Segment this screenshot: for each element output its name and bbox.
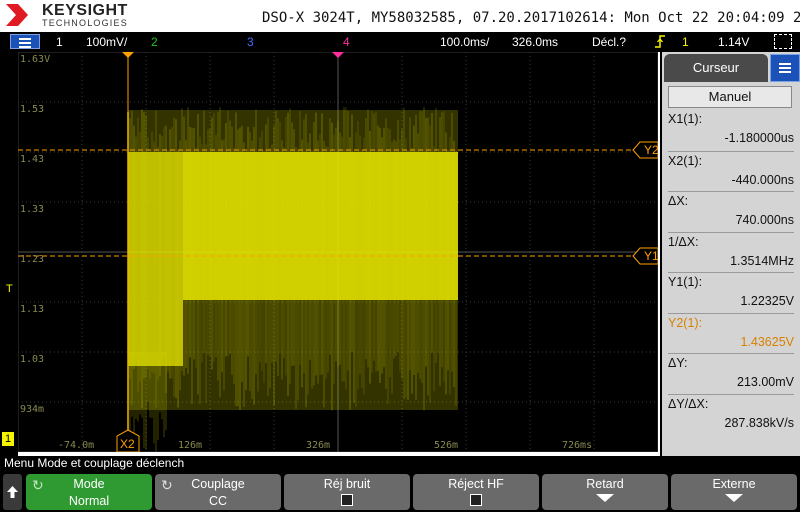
ch3-number[interactable]: 3 [247,35,254,49]
waveform-display[interactable]: Y2 Y1 X2 1.63V 1.53 1.43 1.33 1.23 1.13 1.03 934m… [18,52,658,452]
trigger-status: Décl.? [592,35,627,49]
cursor-y1-tag-label: Y1 [644,249,658,263]
tab-curseur[interactable]: Curseur [664,54,768,82]
trigger-level[interactable]: 1.14V [718,35,749,49]
softkey-reject-hf-label: Réject HF [448,477,504,491]
softkey-externe-label: Externe [712,477,756,491]
cursor-readout-label: X2(1): [668,153,703,168]
cursor-readout-value: 287.838kV/s [724,415,795,430]
cursor-readout-label: ΔX: [668,194,689,208]
menu-back-button[interactable] [3,474,22,510]
y-axis-label: 1.23 [20,254,44,265]
reject-hf-checkbox[interactable] [470,494,482,506]
down-arrow-icon [725,494,743,502]
cursor-x2-tag-label: X2 [120,437,135,451]
up-arrow-icon [7,486,18,498]
softkey-retard-label: Retard [586,477,624,491]
softkey-retard[interactable]: Retard [542,474,668,510]
down-arrow-icon [596,494,614,502]
cursor-readout-label: Y2(1): [668,315,703,330]
cursor-readout-label: 1/ΔX: [668,234,699,249]
cursor-readout-row: ΔY: 213.00mV [668,353,794,394]
keysight-logo-icon [6,4,28,26]
cursor-readout-value: -1.180000us [724,131,794,145]
y-axis-label: 934m [20,404,44,415]
x-axis-label: 526m [434,440,458,451]
trigger-level-marker[interactable]: T [6,283,13,295]
ch1-number[interactable]: 1 [56,35,63,49]
softkey-reject-hf[interactable]: Réject HF [413,474,539,510]
left-marker-strip: T 1 [0,52,18,456]
softkey-couplage-value: CC [208,494,228,508]
softkey-mode-value: Normal [68,494,110,508]
y-axis-label: 1.03 [20,354,44,365]
ch1-ground-marker[interactable]: 1 [2,432,14,446]
y-axis-label: 1.13 [20,304,44,315]
cursor-readout-row: Y2(1): 1.43625V [668,312,794,354]
trigger-edge-icon [655,35,665,48]
softkey-rej-bruit[interactable]: Réj bruit [284,474,410,510]
softkey-couplage-label: Couplage [191,477,245,491]
softkey-rej-bruit-label: Réj bruit [323,477,371,491]
x-axis-label: 326m [306,440,330,451]
softkey-externe[interactable]: Externe [671,474,797,510]
cursor-panel: Curseur Manuel X1(1): -1.180000us X2(1): -4… [660,52,800,456]
y-axis-label: 1.43 [20,154,44,165]
title-bar: KEYSIGHT TECHNOLOGIES DSO-X 3024T, MY580… [0,0,800,32]
y-axis-label: 1.63V [20,54,50,65]
trigger-position-marker[interactable] [122,52,134,58]
ch4-number[interactable]: 4 [343,35,350,49]
cursor-readout-row: X1(1): -1.180000us [668,110,794,150]
trigger-source[interactable]: 1 [682,35,689,49]
cursor-readout-row: Y1(1): 1.22325V [668,272,794,313]
menu-title: Menu Mode et couplage déclench [0,456,800,472]
ch1-scale[interactable]: 100mV/ [86,35,127,49]
rej-bruit-checkbox[interactable] [341,494,353,506]
softkey-mode-label: Mode [73,477,105,491]
cursor-readout-row: ΔY/ΔX: 287.838kV/s [668,393,795,435]
cursor-mode-button[interactable]: Manuel [668,86,792,108]
cursor-readout-value: 1.3514MHz [730,253,794,268]
y-axis-label: 1.33 [20,204,44,215]
main-menu-button[interactable] [10,34,40,49]
softkey-bar: ↻ Mode Normal ↻ Couplage CC Réj bruit Ré… [0,472,800,512]
cursor-readout-label: ΔY: [668,356,688,370]
cursor-readout-value: -440.000ns [731,172,794,187]
softkey-couplage[interactable]: ↻ Couplage CC [155,474,281,510]
x-axis-label: 126m [178,440,202,451]
delay-reference-marker [332,52,344,58]
cursor-readout-label: ΔY/ΔX: [668,396,709,411]
graticule-svg: Y2 Y1 X2 1.63V 1.53 1.43 1.33 1.23 1.13 1.03 934m… [18,52,658,452]
cursor-readout-label: X1(1): [668,112,703,126]
y-axis-label: 1.53 [20,104,44,115]
status-bar: 1 100mV/ 2 3 4 100.0ms/ 326.0ms Décl.? 1… [0,32,800,52]
brand-subtitle: TECHNOLOGIES [42,18,128,28]
screenshot-title: DSO-X 3024T, MY58032585, 07.20.201710261… [262,10,800,26]
panel-menu-button[interactable] [770,54,800,82]
ch1-trace [127,107,458,452]
cursor-readout-value: 1.43625V [740,334,794,349]
x-axis-label: 726ms [562,440,592,451]
horizontal-delay[interactable]: 326.0ms [512,35,558,49]
softkey-mode[interactable]: ↻ Mode Normal [26,474,152,510]
cursor-readout-row: ΔX: 740.000ns [668,191,794,232]
sidebar-toggle-icon[interactable] [774,34,792,49]
cursor-readout-row: 1/ΔX: 1.3514MHz [668,231,794,273]
timebase[interactable]: 100.0ms/ [440,35,489,49]
cursor-readout-value: 740.000ns [735,213,794,227]
cursor-y2-tag-label: Y2 [644,143,658,157]
cursor-readout-label: Y1(1): [668,275,703,289]
cursor-readout-value: 1.22325V [740,294,794,308]
x-axis-label: -74.0m [58,440,94,451]
cursor-readout-row: X2(1): -440.000ns [668,150,794,192]
cursor-readout-value: 213.00mV [737,375,794,389]
ch2-number[interactable]: 2 [151,35,158,49]
